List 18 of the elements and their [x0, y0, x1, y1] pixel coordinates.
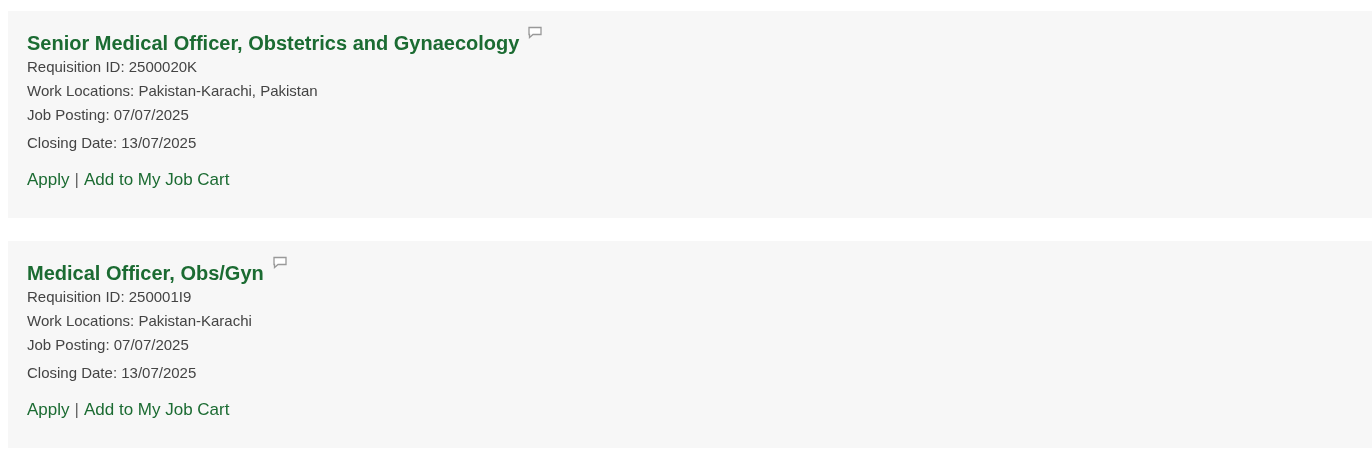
apply-link[interactable]: Apply: [27, 170, 70, 190]
job-cart-link[interactable]: Add to My Job Cart: [83, 170, 230, 190]
job-title: Senior Medical Officer, Obstetrics and Gynaecology: [27, 31, 520, 56]
job-detail: Job Posting: 07/07/2025: [27, 106, 189, 124]
job-detail: Work Locations: Pakistan-Karachi: [27, 312, 252, 330]
link-separator: |: [74, 170, 79, 190]
apply-link[interactable]: Apply: [27, 400, 70, 420]
comment-icon[interactable]: [271, 256, 288, 270]
job-detail: Work Locations: Pakistan-Karachi, Pakistan: [27, 82, 318, 100]
job-cart-link[interactable]: Add to My Job Cart: [83, 400, 230, 420]
comment-icon[interactable]: [527, 26, 544, 40]
job-title: Medical Officer, Obs/Gyn: [27, 261, 264, 286]
job-detail: Requisition ID: 250001I9: [27, 288, 192, 306]
link-separator: |: [74, 400, 79, 420]
job-detail: Closing Date: 13/07/2025: [27, 364, 197, 382]
job-detail: Requisition ID: 2500020K: [27, 58, 198, 76]
job-detail: Job Posting: 07/07/2025: [27, 336, 189, 354]
job-detail: Closing Date: 13/07/2025: [27, 134, 197, 152]
